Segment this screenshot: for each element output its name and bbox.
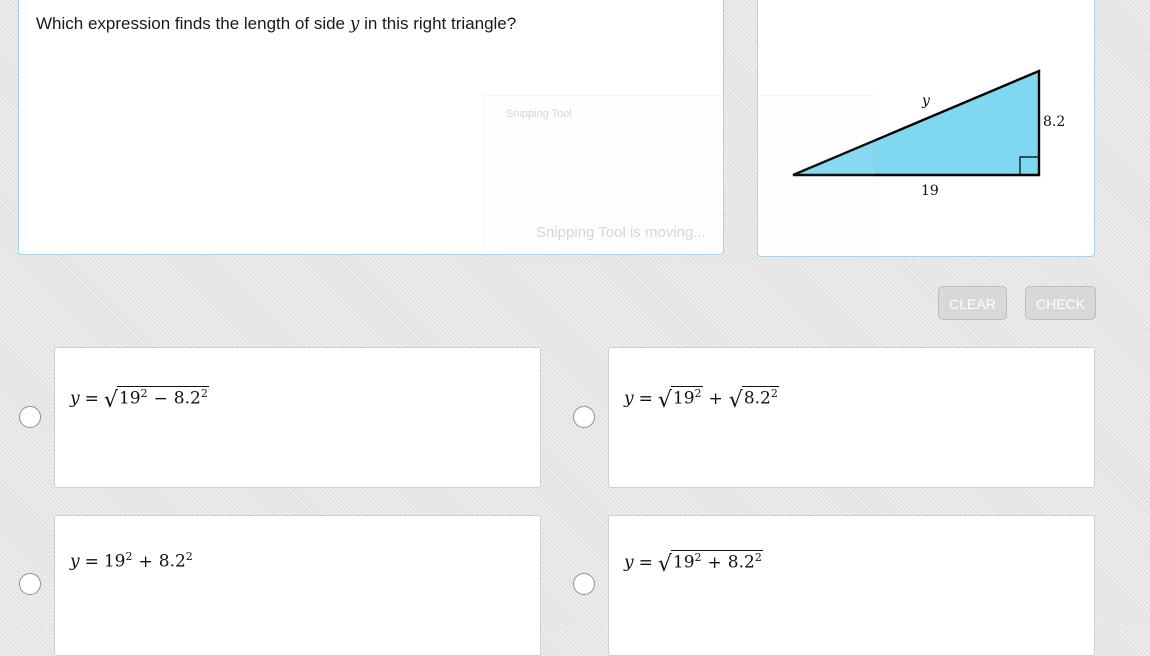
formula-variable: y <box>70 388 80 409</box>
radical-sign: √ <box>728 387 743 413</box>
formula-equals: = <box>638 388 653 409</box>
exponent: 2 <box>185 550 193 563</box>
question-prefix: Which expression finds the length of sid… <box>36 14 350 33</box>
choice-d-formula: y = √192 +8.22 <box>624 550 763 576</box>
radicand: 192 +8.22 <box>670 550 763 573</box>
base: 8.2 <box>173 388 201 409</box>
base: 8.2 <box>158 551 186 572</box>
base: 19 <box>118 388 141 409</box>
exponent: 2 <box>694 387 702 400</box>
base: 19 <box>672 388 695 409</box>
ghost-window-title: Snipping Tool <box>506 108 572 120</box>
radicand: 8.22 <box>741 386 779 409</box>
choice-a-card[interactable]: y = √192−8.22 <box>54 347 541 488</box>
choice-c-radio[interactable] <box>19 573 41 595</box>
exponent: 2 <box>754 551 762 564</box>
hypotenuse-label: y <box>921 93 931 109</box>
formula-variable: y <box>624 388 634 409</box>
choice-d-card[interactable]: y = √192 +8.22 <box>608 515 1095 656</box>
choice-b-card[interactable]: y = √192 + √8.22 <box>608 347 1095 488</box>
check-button[interactable]: CHECK <box>1025 286 1096 320</box>
choice-c-card[interactable]: y = 192 +8.22 <box>54 515 541 656</box>
exponent: 2 <box>200 387 208 400</box>
question-text: Which expression finds the length of sid… <box>36 14 516 34</box>
question-suffix: in this right triangle? <box>359 14 517 33</box>
exponent: 2 <box>694 551 702 564</box>
choice-c-formula: y = 192 +8.22 <box>70 550 193 572</box>
base: 19 <box>103 551 126 572</box>
base: 19 <box>672 552 695 573</box>
operator: + <box>707 552 722 573</box>
choice-a-radio[interactable] <box>19 406 41 428</box>
radical-sign: √ <box>657 551 672 577</box>
exponent: 2 <box>770 387 778 400</box>
ghost-snipping-window: Snipping Tool Snipping Tool is moving... <box>483 95 875 257</box>
radicand: 192 <box>670 386 703 409</box>
formula-equals: = <box>638 552 653 573</box>
exponent: 2 <box>140 387 148 400</box>
radicand: 192−8.22 <box>116 386 209 409</box>
ghost-window-status: Snipping Tool is moving... <box>536 224 706 241</box>
clear-button[interactable]: CLEAR <box>938 286 1007 320</box>
formula-variable: y <box>70 551 80 572</box>
formula-equals: = <box>84 551 99 572</box>
choice-a-formula: y = √192−8.22 <box>70 386 209 412</box>
choice-b-radio[interactable] <box>573 406 595 428</box>
operator: + <box>708 388 723 409</box>
base: 8.2 <box>727 552 755 573</box>
radical-sign: √ <box>657 387 672 413</box>
formula-variable: y <box>624 552 634 573</box>
formula-equals: = <box>84 388 99 409</box>
question-variable: y <box>349 14 360 34</box>
operator: + <box>138 551 153 572</box>
horizontal-side-label: 19 <box>921 183 939 199</box>
operator: − <box>153 388 168 409</box>
base: 8.2 <box>743 388 771 409</box>
choice-b-formula: y = √192 + √8.22 <box>624 386 779 412</box>
choice-d-radio[interactable] <box>573 573 595 595</box>
exponent: 2 <box>125 550 133 563</box>
vertical-side-label: 8.2 <box>1043 114 1065 130</box>
radical-sign: √ <box>103 387 118 413</box>
